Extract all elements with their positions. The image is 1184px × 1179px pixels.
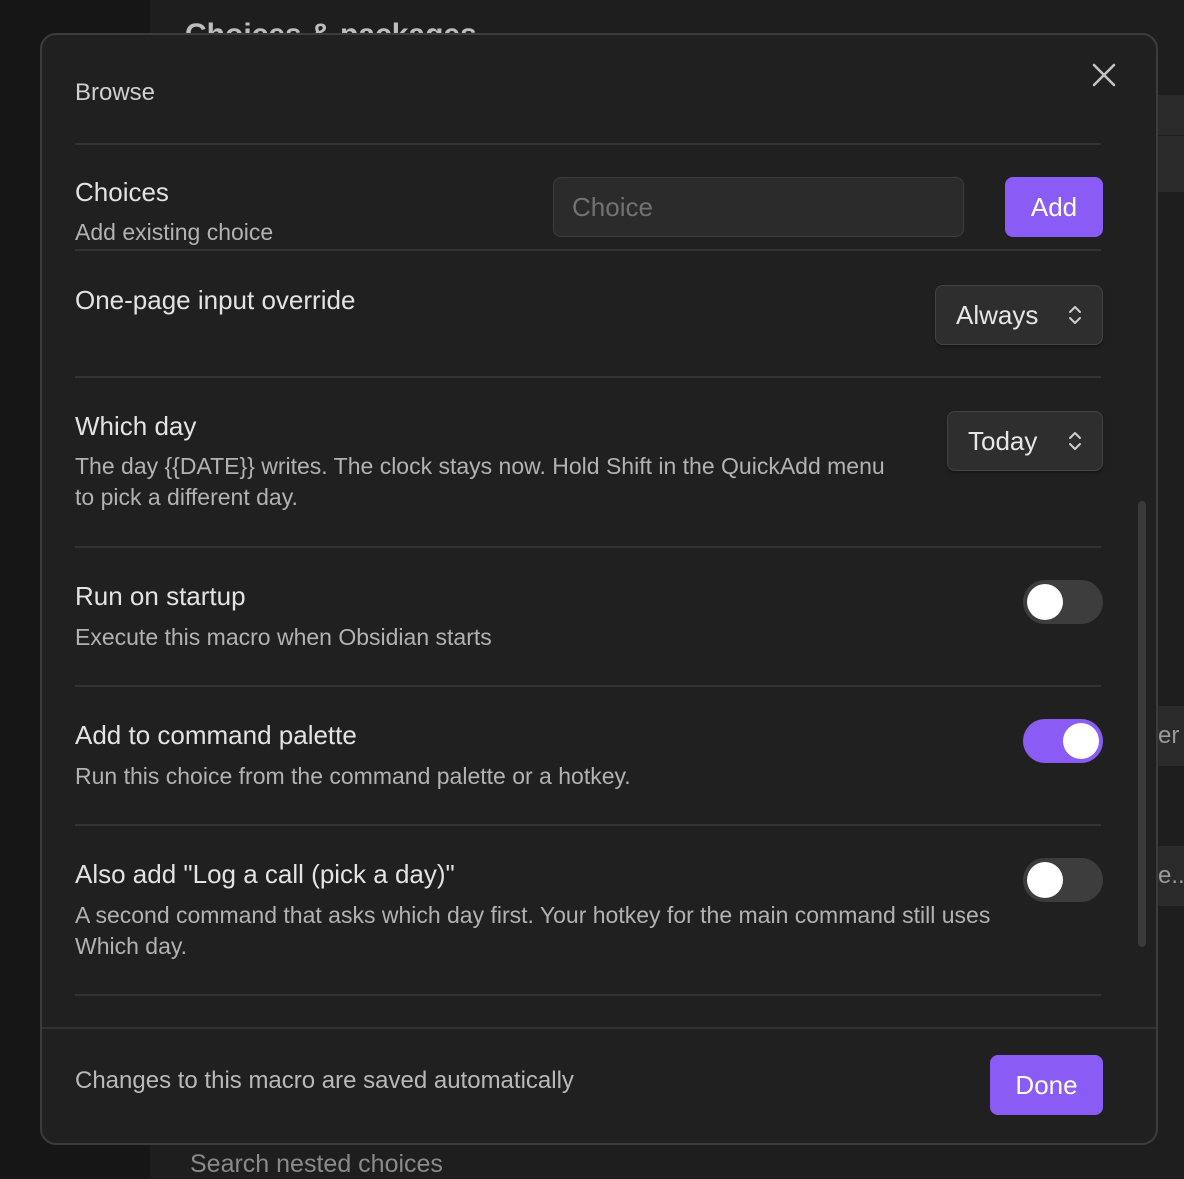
command-palette-title: Add to command palette [75, 720, 357, 750]
choice-input[interactable] [553, 177, 964, 237]
chevron-up-down-icon [1069, 432, 1081, 450]
toggle-knob [1027, 862, 1063, 898]
add-choice-button[interactable]: Add [1005, 177, 1103, 237]
close-icon [1092, 63, 1116, 87]
background-button-label: e... [1158, 862, 1184, 889]
section-label: Browse [75, 79, 156, 106]
done-button[interactable]: Done [990, 1055, 1103, 1115]
run-on-startup-title: Run on startup [75, 581, 246, 611]
command-palette-toggle[interactable] [1023, 719, 1103, 763]
which-day-title: Which day [75, 411, 197, 441]
divider [75, 143, 1101, 145]
toggle-knob [1063, 723, 1099, 759]
divider [75, 824, 1101, 826]
modal-footer: Changes to this macro are saved automati… [42, 1027, 1156, 1143]
run-on-startup-description: Execute this macro when Obsidian starts [75, 624, 492, 650]
divider [75, 376, 1101, 378]
command-palette-description: Run this choice from the command palette… [75, 763, 631, 789]
scrollbar-thumb[interactable] [1138, 501, 1146, 947]
pick-a-day-description: A second command that asks which day fir… [75, 902, 991, 959]
run-on-startup-toggle[interactable] [1023, 580, 1103, 624]
pick-a-day-toggle[interactable] [1023, 858, 1103, 902]
background-button-label: er [1158, 722, 1180, 749]
one-page-override-select[interactable]: Always [935, 285, 1103, 345]
choices-title: Choices [75, 177, 169, 207]
which-day-description: The day {{DATE}} writes. The clock stays… [75, 453, 885, 510]
modal-scroll-content[interactable]: Browse Choices Add existing choice Add O… [42, 35, 1156, 1027]
choices-description: Add existing choice [75, 219, 274, 245]
toggle-knob [1027, 584, 1063, 620]
which-day-value: Today [968, 425, 1038, 456]
close-button[interactable] [1088, 59, 1120, 91]
which-day-select[interactable]: Today [947, 411, 1103, 471]
divider [75, 249, 1101, 251]
autosave-note: Changes to this macro are saved automati… [75, 1067, 574, 1094]
chevron-up-down-icon [1069, 306, 1081, 324]
divider [75, 685, 1101, 687]
divider [75, 546, 1101, 548]
divider [75, 994, 1101, 996]
pick-a-day-title: Also add "Log a call (pick a day)" [75, 859, 455, 889]
background-search-input[interactable]: Search nested choices [190, 1150, 443, 1179]
macro-settings-modal: Browse Choices Add existing choice Add O… [40, 33, 1158, 1145]
one-page-override-value: Always [956, 299, 1039, 330]
one-page-override-title: One-page input override [75, 285, 356, 315]
